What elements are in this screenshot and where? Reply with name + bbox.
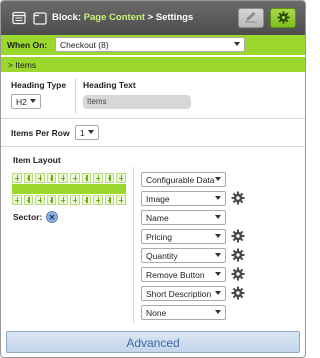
field-select[interactable]: Name xyxy=(141,210,226,225)
square-icon xyxy=(33,11,47,25)
sector-remove-button[interactable]: ✕ xyxy=(46,211,58,223)
when-on-value: Checkout (8) xyxy=(60,40,109,50)
items-per-row-label: Items Per Row xyxy=(11,128,70,138)
add-cell-button[interactable] xyxy=(70,195,80,205)
grid-row-top xyxy=(12,173,126,183)
grid-row-bottom xyxy=(12,195,126,205)
add-cell-button[interactable] xyxy=(23,195,34,205)
add-cell-button[interactable] xyxy=(35,195,45,205)
when-on-bar: When On: Checkout (8) xyxy=(1,35,305,55)
add-cell-button[interactable] xyxy=(35,173,45,183)
gear-icon[interactable] xyxy=(231,229,245,243)
pencil-icon xyxy=(244,11,258,25)
title-page: Settings xyxy=(155,12,194,23)
when-on-select[interactable]: Checkout (8) xyxy=(55,37,245,52)
field-value: Configurable Data xyxy=(146,175,215,185)
chevron-down-icon xyxy=(215,215,221,219)
chevron-down-icon xyxy=(88,130,94,134)
divider xyxy=(1,146,305,147)
layout-grid[interactable] xyxy=(12,173,126,205)
field-select[interactable]: Configurable Data xyxy=(141,172,226,187)
add-cell-button[interactable] xyxy=(93,173,103,183)
items-per-row-select[interactable]: 1 xyxy=(75,125,99,140)
chevron-down-icon xyxy=(215,196,221,200)
add-cell-button[interactable] xyxy=(116,173,126,183)
add-cell-button[interactable] xyxy=(12,173,22,183)
advanced-button[interactable]: Advanced xyxy=(6,331,300,353)
title-separator: > xyxy=(147,12,154,23)
heading-text-input[interactable]: Items xyxy=(83,95,191,109)
chevron-down-icon xyxy=(215,310,221,314)
gear-icon[interactable] xyxy=(231,248,245,262)
heading-type-value: H2 xyxy=(16,97,27,107)
close-icon: ✕ xyxy=(48,212,56,222)
field-value: Remove Button xyxy=(146,270,205,280)
field-select[interactable]: Quantity xyxy=(141,248,226,263)
field-value: Quantity xyxy=(146,251,178,261)
chevron-down-icon xyxy=(215,291,221,295)
divider xyxy=(75,78,76,114)
gear-icon xyxy=(276,10,290,26)
divider xyxy=(133,167,134,323)
field-select[interactable]: Remove Button xyxy=(141,267,226,282)
add-cell-button[interactable] xyxy=(104,195,115,205)
field-select[interactable]: None xyxy=(141,305,226,320)
sector-label: Sector: xyxy=(13,212,43,222)
gear-icon[interactable] xyxy=(231,191,245,205)
chevron-down-icon xyxy=(30,99,36,103)
field-value: Image xyxy=(146,194,170,204)
items-section-label: > Items xyxy=(8,60,37,70)
add-cell-button[interactable] xyxy=(81,195,92,205)
items-section-toggle[interactable]: > Items xyxy=(1,56,305,72)
add-cell-button[interactable] xyxy=(93,195,103,205)
chevron-down-icon xyxy=(215,177,221,181)
add-cell-button[interactable] xyxy=(46,195,57,205)
add-cell-button[interactable] xyxy=(116,195,126,205)
page-title: Block: Page Content > Settings xyxy=(52,12,193,23)
when-on-label: When On: xyxy=(7,40,48,50)
selected-sector[interactable] xyxy=(12,184,126,194)
add-cell-button[interactable] xyxy=(70,173,80,183)
add-cell-button[interactable] xyxy=(58,173,68,183)
chevron-down-icon xyxy=(234,42,240,46)
chevron-down-icon xyxy=(215,253,221,257)
field-value: None xyxy=(146,308,167,318)
item-layout-label: Item Layout xyxy=(13,155,61,165)
panel-header: Block: Page Content > Settings xyxy=(1,1,305,35)
field-value: Pricing xyxy=(146,232,172,242)
field-select[interactable]: Image xyxy=(141,191,226,206)
add-cell-button[interactable] xyxy=(46,173,57,183)
heading-type-label: Heading Type xyxy=(11,80,67,90)
settings-panel: Block: Page Content > Settings When On: … xyxy=(0,0,306,358)
field-value: Short Description xyxy=(146,289,212,299)
add-cell-button[interactable] xyxy=(81,173,92,183)
field-value: Name xyxy=(146,213,169,223)
divider xyxy=(1,118,305,119)
heading-text-label: Heading Text xyxy=(83,80,136,90)
block-name: Page Content xyxy=(83,12,145,23)
field-select[interactable]: Short Description xyxy=(141,286,226,301)
add-cell-button[interactable] xyxy=(23,173,34,183)
chevron-down-icon xyxy=(215,272,221,276)
add-cell-button[interactable] xyxy=(58,195,68,205)
items-per-row-value: 1 xyxy=(80,128,85,138)
list-icon[interactable] xyxy=(12,11,26,25)
heading-text-value: Items xyxy=(87,97,107,106)
add-cell-button[interactable] xyxy=(12,195,22,205)
gear-icon[interactable] xyxy=(231,286,245,300)
gear-icon[interactable] xyxy=(231,267,245,281)
heading-type-select[interactable]: H2 xyxy=(11,94,41,109)
chevron-down-icon xyxy=(215,234,221,238)
edit-button[interactable] xyxy=(238,8,264,28)
add-cell-button[interactable] xyxy=(104,173,115,183)
field-select[interactable]: Pricing xyxy=(141,229,226,244)
settings-button[interactable] xyxy=(270,8,296,28)
title-prefix: Block: xyxy=(52,12,82,23)
advanced-label: Advanced xyxy=(126,336,180,350)
